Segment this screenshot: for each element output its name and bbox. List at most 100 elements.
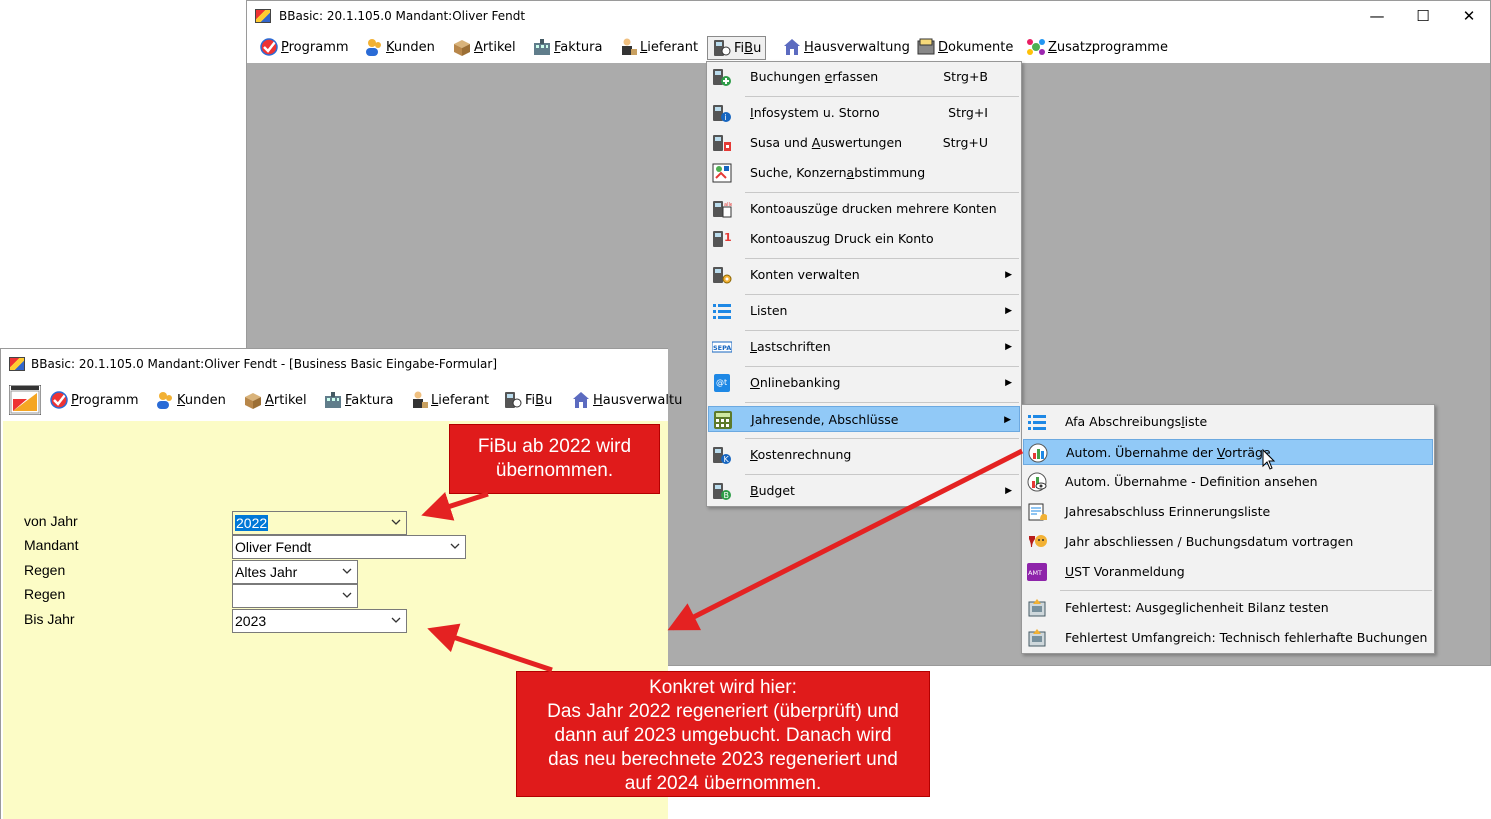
fibu-menu-item[interactable]: @t Onlinebanking ▶ <box>708 370 1020 396</box>
chevron-down-icon[interactable] <box>449 538 461 554</box>
field-value: 2022 <box>235 515 269 531</box>
jahresende-menu-item[interactable]: Jahr abschliessen / Buchungsdatum vortra… <box>1023 529 1433 555</box>
fibu-menu-item[interactable]: 1 Kontoauszug Druck ein Konto <box>708 226 1020 252</box>
field-combobox[interactable]: 2023 <box>232 609 407 633</box>
hausverwaltung-icon <box>782 37 802 57</box>
submenu-arrow-icon: ▶ <box>1005 306 1012 316</box>
budget-icon: B <box>712 481 734 501</box>
form-menu-lieferant-text-post: ieferant <box>438 393 490 408</box>
jahresende-menu-item-label: Fehlertest: Ausgeglichenheit Bilanz test… <box>1065 595 1329 621</box>
svg-text:B: B <box>724 491 730 500</box>
field-combobox[interactable] <box>232 584 358 608</box>
menu-separator <box>745 474 1019 475</box>
fibu-menu-item-text-post: nfosystem u. Storno <box>753 105 880 120</box>
menu-separator <box>745 330 1019 331</box>
fehlertest-umfangreich-icon <box>1027 628 1049 648</box>
field-label: Mandant <box>24 537 79 553</box>
jahresende-menu-item[interactable]: Fehlertest: Ausgeglichenheit Bilanz test… <box>1023 595 1433 621</box>
chevron-down-icon[interactable] <box>390 612 402 628</box>
form-menu-faktura[interactable]: Faktura <box>319 389 397 413</box>
jahresende-menu-item[interactable]: Afa Abschreibungsliste <box>1023 409 1433 435</box>
callout-top-line: übernommen. <box>495 460 614 481</box>
jahresende-menu-item-text-pre: Jahr abschliessen / Buchungsdatum vortra… <box>1065 534 1354 549</box>
menu-separator <box>745 96 1019 97</box>
fibu-menu-item[interactable]: alle Kontoauszüge drucken mehrere Konten <box>708 196 1020 222</box>
callout-bottom-line: dann auf 2023 umgebucht. Danach wird <box>554 725 892 746</box>
kunden-icon <box>155 390 175 410</box>
menu-dokumente[interactable]: Dokumente <box>912 36 1017 60</box>
jahresende-menu-item[interactable]: Autom. Übernahme - Definition ansehen <box>1023 469 1433 495</box>
form-menu-programm-text-underlined: P <box>71 393 79 408</box>
sepa-icon: SEPA <box>711 337 734 357</box>
jahresende-menu-item[interactable]: Jahresabschluss Erinnerungsliste <box>1023 499 1433 525</box>
minimize-button[interactable]: — <box>1354 1 1400 31</box>
menu-lieferant[interactable]: Lieferant <box>614 36 702 60</box>
menu-fibu[interactable]: FiBu <box>707 36 767 60</box>
submenu-arrow-icon: ▶ <box>1005 270 1012 280</box>
callout-bottom-line: auf 2024 übernommen. <box>624 773 822 794</box>
field-combobox[interactable]: Altes Jahr <box>232 560 358 584</box>
menu-separator <box>1060 590 1432 591</box>
fibu-menu-item-label: Listen <box>750 298 787 324</box>
jahresende-menu-item-text-post: ST Voranmeldung <box>1074 564 1185 579</box>
callout-bottom-line: Konkret wird hier: <box>649 677 797 698</box>
fibu-menu-item[interactable]: Buchungen erfassen Strg+B <box>708 64 1020 90</box>
form-menu-hausverwaltung-text-post: ausverwaltu <box>602 393 683 408</box>
fibu-menu-item[interactable]: Susa und Auswertungen Strg+U <box>708 130 1020 156</box>
kunden-icon <box>364 37 384 57</box>
menu-separator <box>745 366 1019 367</box>
fibu-menu-item[interactable]: SEPA Lastschriften ▶ <box>708 334 1020 360</box>
faktura-icon <box>323 390 343 410</box>
jahresende-menu-item-text-pre: Fehlertest: Ausgeglichenheit Bilanz test… <box>1065 600 1329 615</box>
fibu-menu-item-text-post: astschriften <box>756 339 831 354</box>
jahresende-submenu: Afa Abschreibungsliste Autom. Übernahme d… <box>1021 404 1435 654</box>
form-menu-lieferant[interactable]: Lieferant <box>405 389 493 413</box>
fibu-icon <box>712 38 732 58</box>
fibu-menu-item[interactable]: Suche, Konzernabstimmung <box>708 160 1020 186</box>
fibu-menu-item[interactable]: K Kostenrechnung <box>708 442 1020 468</box>
menu-zusatzprogramme[interactable]: Zusatzprogramme <box>1022 36 1172 60</box>
fibu-menu-item-text-post: ahresende, Abschlüsse <box>754 412 899 427</box>
fibu-menu-item[interactable]: Listen ▶ <box>708 298 1020 324</box>
svg-text:1: 1 <box>724 231 732 244</box>
fibu-menu-item-label: Lastschriften <box>750 334 831 360</box>
jahresende-menu-item[interactable]: Fehlertest Umfangreich: Technisch fehler… <box>1023 625 1433 651</box>
menu-separator <box>745 438 1019 439</box>
fibu-menu-item[interactable]: i Infosystem u. Storno Strg+I <box>708 100 1020 126</box>
fibu-menu-item-text-pre: Konten verwalten <box>750 267 860 282</box>
form-menu-fibu[interactable]: FiBu <box>499 389 556 413</box>
fibu-menu-item-text-underlined: K <box>750 447 758 462</box>
fibu-menu-item[interactable]: Jahresende, Abschlüsse ▶ <box>708 406 1020 432</box>
callout-top-line: FiBu ab 2022 wird <box>477 436 632 457</box>
fibu-dropdown-menu: Buchungen erfassen Strg+B i Infosystem u. S… <box>706 61 1022 507</box>
maximize-button[interactable]: ☐ <box>1400 1 1446 31</box>
form-menu-programm[interactable]: Programm <box>45 389 143 413</box>
svg-text:AMT: AMT <box>1028 569 1042 577</box>
onlinebanking-icon: @t <box>712 373 734 393</box>
form-menu-artikel[interactable]: Artikel <box>239 389 311 413</box>
chevron-down-icon[interactable] <box>341 563 353 579</box>
field-value: 2023 <box>235 613 267 629</box>
form-menu-hausverwaltung[interactable]: Hausverwaltu <box>567 389 686 413</box>
menu-programm[interactable]: Programm <box>255 36 353 60</box>
menu-kunden[interactable]: Kunden <box>360 36 439 60</box>
menu-hausverwaltung[interactable]: Hausverwaltung <box>778 36 914 60</box>
erinnerung-bell-icon <box>1027 502 1049 522</box>
chevron-down-icon[interactable] <box>341 587 353 603</box>
form-menu-kunden[interactable]: Kunden <box>151 389 230 413</box>
chevron-down-icon[interactable] <box>390 514 402 530</box>
fibu-menu-item[interactable]: Konten verwalten ▶ <box>708 262 1020 288</box>
kostenrechnung-icon: K <box>712 445 734 465</box>
field-combobox[interactable]: Oliver Fendt <box>232 535 466 559</box>
menu-faktura[interactable]: Faktura <box>528 36 606 60</box>
field-combobox[interactable]: 2022 <box>232 511 407 535</box>
fibu-menu-item[interactable]: B Budget ▶ <box>708 478 1020 504</box>
menu-artikel[interactable]: Artikel <box>448 36 520 60</box>
jahresende-menu-item[interactable]: Autom. Übernahme der Vorträge <box>1023 439 1433 465</box>
bbasic-logo-icon <box>8 384 42 416</box>
jahresende-menu-item-text-pre: Fehlertest Umfangreich: Technisch fehler… <box>1065 630 1428 645</box>
svg-text:SEPA: SEPA <box>713 344 731 352</box>
jahresende-menu-item[interactable]: AMT UST Voranmeldung <box>1023 559 1433 585</box>
close-button[interactable]: ✕ <box>1446 1 1491 31</box>
jahresende-menu-item-text-underlined: U <box>1065 564 1075 579</box>
